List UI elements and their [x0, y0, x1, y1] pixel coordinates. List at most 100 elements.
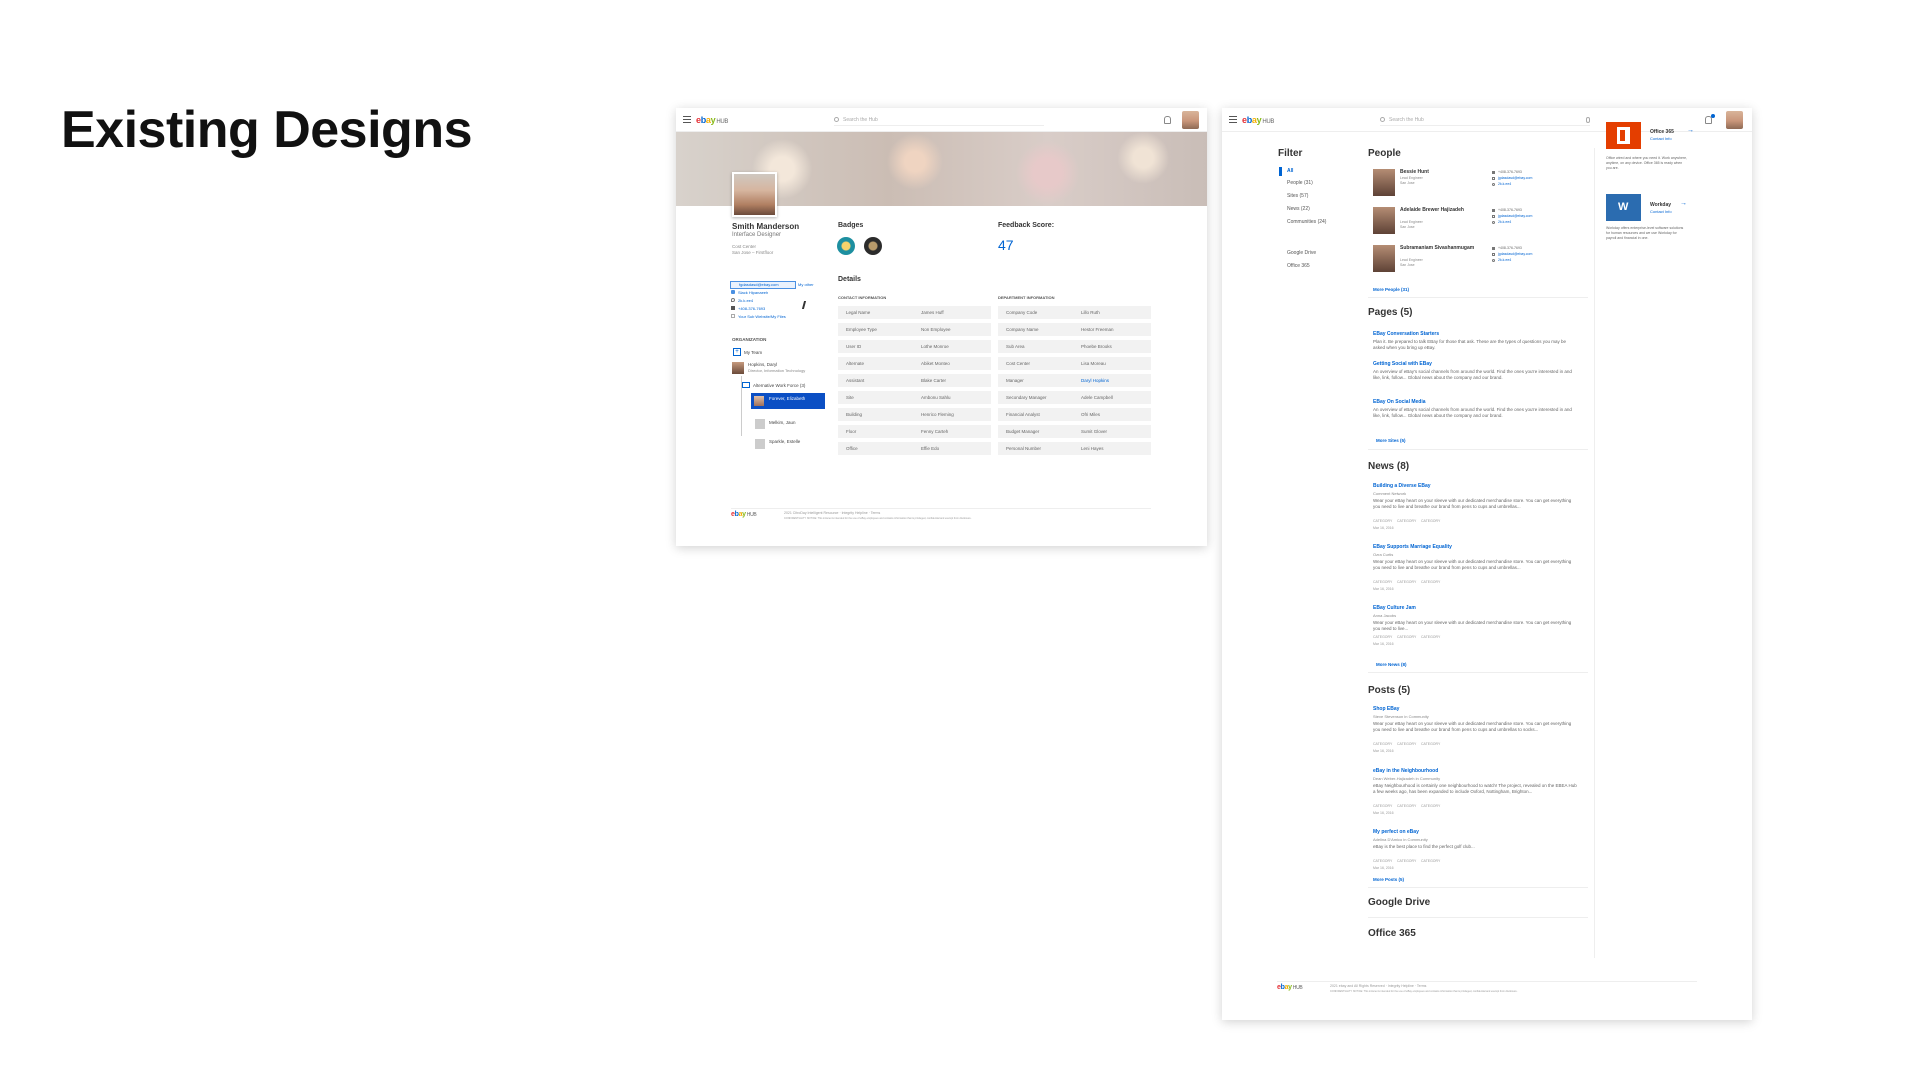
phone-icon — [1492, 209, 1495, 212]
contact-info-heading: CONTACT INFORMATION — [838, 295, 887, 300]
posts-title-link[interactable]: Shop EBay — [1373, 706, 1399, 712]
workday-app-icon[interactable]: W — [1606, 194, 1641, 221]
news-title-link[interactable]: EBay Supports Marriage Equality — [1373, 544, 1452, 550]
detail-value: Effie Edo — [921, 446, 940, 451]
posts-title-link[interactable]: eBay in the Neighbourhood — [1373, 768, 1438, 774]
filter-item[interactable]: Sites (57) — [1287, 193, 1308, 199]
google-drive-heading[interactable]: Google Drive — [1368, 897, 1430, 908]
news-heading: News (8) — [1368, 461, 1410, 472]
news-title-link[interactable]: EBay Culture Jam — [1373, 605, 1416, 611]
office-365-heading[interactable]: Office 365 — [1368, 928, 1416, 939]
category-tag[interactable]: CATEGORY — [1397, 519, 1416, 523]
contact-website[interactable]: Your Sub Website/My Files — [738, 314, 786, 319]
badge-icon[interactable] — [837, 237, 855, 255]
org-my-team[interactable]: My Team — [744, 350, 762, 355]
page-title-link[interactable]: Getting Social with EBay — [1373, 361, 1432, 367]
microphone-icon[interactable] — [1586, 117, 1590, 123]
ebay-hub-logo[interactable]: ebayHUB — [1242, 115, 1274, 125]
more-news-link[interactable]: More News (8) — [1376, 662, 1407, 667]
bell-icon[interactable] — [1164, 116, 1171, 124]
news-snippet: Wear your eBay heart on your sleeve with… — [1373, 559, 1572, 570]
menu-icon[interactable] — [683, 116, 691, 123]
person-ext[interactable]: 2k.k.ee4 — [1498, 258, 1511, 262]
person-email[interactable]: jgdasdasd@ebay.com — [1498, 252, 1532, 256]
office-app-name[interactable]: Office 365 — [1650, 129, 1674, 135]
more-sites-link[interactable]: More Sites (5) — [1376, 438, 1406, 443]
category-tag[interactable]: CATEGORY — [1373, 742, 1392, 746]
pin-icon — [1492, 221, 1495, 224]
arrow-right-icon[interactable]: → — [1680, 200, 1687, 207]
category-tag[interactable]: CATEGORY — [1373, 519, 1392, 523]
user-avatar[interactable] — [1726, 111, 1743, 129]
more-people-link[interactable]: More People (31) — [1373, 287, 1409, 292]
contact-ext[interactable]: 2k.k.ee4 — [738, 298, 753, 303]
badge-icon[interactable] — [864, 237, 882, 255]
person-ext[interactable]: 2k.k.ee4 — [1498, 220, 1511, 224]
people-heading: People — [1368, 148, 1401, 159]
page-title-link[interactable]: EBay On Social Media — [1373, 399, 1426, 405]
badges-heading: Badges — [838, 222, 864, 229]
org-person[interactable]: Sparkle, Estelle — [769, 439, 800, 444]
person-ext[interactable]: 2k.k.ee4 — [1498, 182, 1511, 186]
category-tag[interactable]: CATEGORY — [1397, 635, 1416, 639]
footer-logo[interactable]: ebayHUB — [1277, 984, 1303, 991]
category-tag[interactable]: CATEGORY — [1421, 519, 1440, 523]
contact-email[interactable]: fgdasdasd@ebay.com — [730, 281, 796, 289]
page-title-link[interactable]: EBay Conversation Starters — [1373, 331, 1439, 337]
office-365-app-icon[interactable] — [1606, 122, 1641, 149]
category-tag[interactable]: CATEGORY — [1421, 859, 1440, 863]
filter-item[interactable]: Google Drive — [1287, 250, 1316, 256]
footer-text: 2021 ebay and All Rights Reserved · Inte… — [1330, 984, 1427, 988]
filter-item[interactable]: People (31) — [1287, 180, 1313, 186]
search-input[interactable]: Search the Hub — [834, 115, 1044, 126]
category-tag[interactable]: CATEGORY — [1421, 635, 1440, 639]
user-avatar[interactable] — [1182, 111, 1199, 129]
person-name[interactable]: Bessie Hunt — [1400, 169, 1480, 175]
office-app-link[interactable]: Contact Info — [1650, 136, 1672, 141]
filter-item[interactable]: Communities (24) — [1287, 219, 1326, 225]
detail-value[interactable]: Daryl Hopkins — [1081, 374, 1109, 387]
category-tag[interactable]: CATEGORY — [1397, 804, 1416, 808]
category-tag[interactable]: CATEGORY — [1373, 580, 1392, 584]
category-tag[interactable]: CATEGORY — [1373, 859, 1392, 863]
org-person[interactable]: Melkim, Jaun — [769, 420, 796, 425]
category-tag[interactable]: CATEGORY — [1397, 742, 1416, 746]
arrow-right-icon[interactable]: → — [1687, 127, 1694, 134]
person-name[interactable]: Adelaide Brewer Hajizadeh — [1400, 207, 1480, 213]
org-manager-name[interactable]: Hopkins, Daryl — [748, 362, 777, 367]
detail-value: Lothe Monroe — [921, 344, 949, 349]
category-tag[interactable]: CATEGORY — [1421, 804, 1440, 808]
contact-slack[interactable]: Slack Hipanaeeh — [738, 290, 768, 295]
news-title-link[interactable]: Building a Diverse EBay — [1373, 483, 1431, 489]
org-selected-person[interactable]: Forever, Elizabeth — [751, 393, 825, 409]
menu-icon[interactable] — [1229, 116, 1237, 123]
workday-app-link[interactable]: Contact Info — [1650, 209, 1672, 214]
posts-title-link[interactable]: My perfect on eBay — [1373, 829, 1419, 835]
person-email[interactable]: jgdasdasd@ebay.com — [1498, 176, 1532, 180]
filter-item[interactable]: News (22) — [1287, 206, 1310, 212]
category-tag[interactable]: CATEGORY — [1397, 859, 1416, 863]
filter-item[interactable]: Office 365 — [1287, 263, 1310, 269]
footer-logo[interactable]: ebayHUB — [731, 511, 757, 518]
org-workforce[interactable]: Alternative Work Force (3) — [753, 383, 805, 388]
profile-name: Smith Manderson — [732, 222, 800, 231]
category-tag[interactable]: CATEGORY — [1373, 635, 1392, 639]
category-tag[interactable]: CATEGORY — [1373, 804, 1392, 808]
detail-row: Legal Name James Huff — [838, 306, 991, 319]
person-email[interactable]: jgdasdasd@ebay.com — [1498, 214, 1532, 218]
category-tag[interactable]: CATEGORY — [1421, 742, 1440, 746]
filter-heading: Filter — [1278, 148, 1303, 159]
more-posts-link[interactable]: More Posts (5) — [1373, 877, 1404, 882]
footer-divider — [1277, 981, 1697, 982]
person-name[interactable]: Subramaniam Sivashanmugam — [1400, 245, 1480, 251]
contact-phone[interactable]: +408-376-7693 — [738, 306, 765, 311]
section-divider — [1368, 449, 1588, 450]
contact-action-link[interactable]: My other — [798, 282, 814, 287]
workday-app-name[interactable]: Workday — [1650, 202, 1671, 208]
search-input[interactable]: Search the Hub — [1380, 115, 1590, 126]
category-tag[interactable]: CATEGORY — [1397, 580, 1416, 584]
filter-item[interactable]: All — [1287, 168, 1293, 174]
search-icon — [1380, 117, 1385, 122]
ebay-hub-logo[interactable]: ebayHUB — [696, 115, 728, 125]
category-tag[interactable]: CATEGORY — [1421, 580, 1440, 584]
